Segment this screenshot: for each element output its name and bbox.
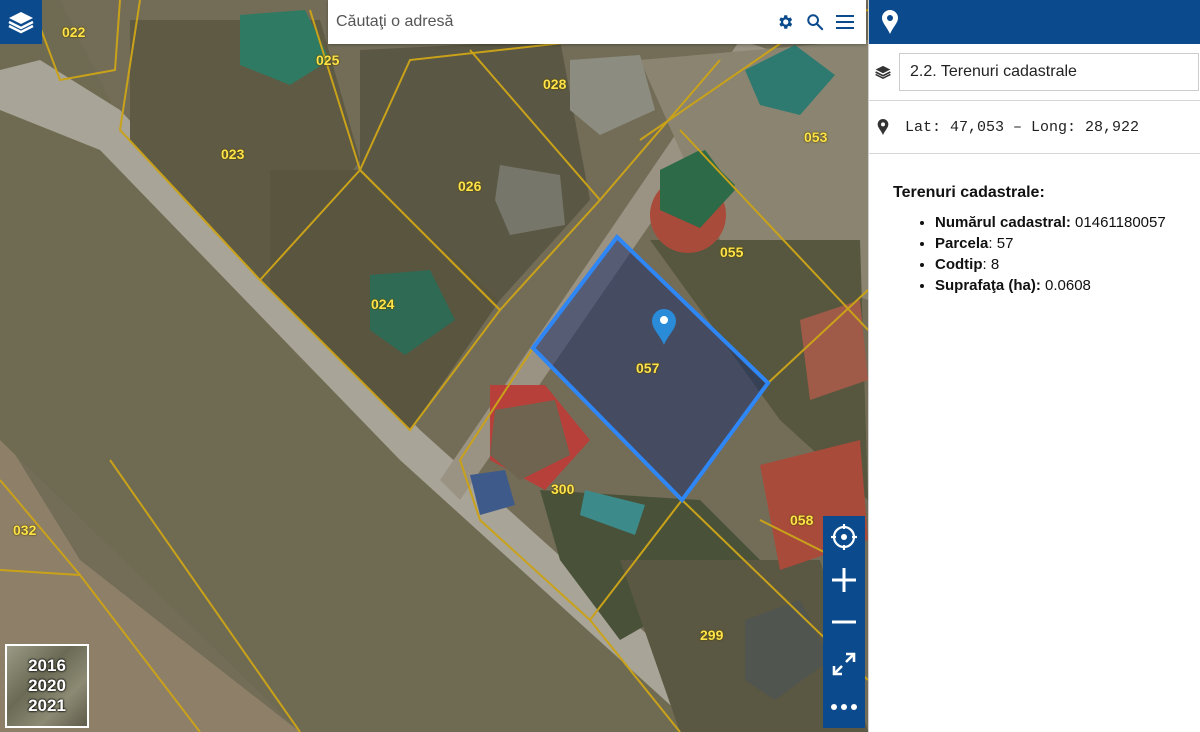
locate-button[interactable] (823, 516, 865, 558)
map-pin-icon (877, 119, 889, 135)
more-dots-icon (831, 703, 857, 710)
fullscreen-button[interactable] (823, 643, 865, 685)
info-list: Numărul cadastral: 01461180057 Parcela: … (893, 212, 1177, 296)
map-pin-icon (882, 10, 898, 34)
list-item: Codtip: 8 (935, 254, 1177, 275)
parcel-label: 032 (13, 522, 37, 538)
map-controls (823, 516, 865, 728)
plus-icon (832, 567, 856, 592)
more-button[interactable] (823, 686, 865, 728)
layers-button[interactable] (0, 0, 42, 44)
layers-icon (8, 12, 34, 34)
search-bar (328, 0, 866, 44)
zoom-out-button[interactable] (823, 601, 865, 643)
menu-button[interactable] (830, 0, 860, 44)
map-view[interactable]: 022 025 028 023 026 053 055 024 057 300 … (0, 0, 868, 732)
parcel-label: 028 (543, 76, 567, 92)
parcel-label: 300 (551, 481, 575, 497)
satellite-imagery (0, 0, 868, 732)
hamburger-menu-icon (836, 15, 854, 29)
crosshair-icon (831, 524, 857, 551)
coordinates-text: Lat: 47,053 – Long: 28,922 (905, 118, 1140, 136)
search-input[interactable] (328, 2, 770, 42)
parcel-info: Terenuri cadastrale: Numărul cadastral: … (869, 154, 1200, 308)
layer-select[interactable]: 2.2. Terenuri cadastrale (899, 53, 1199, 91)
layer-row: 2.2. Terenuri cadastrale (869, 44, 1200, 101)
parcel-label: 058 (790, 512, 814, 528)
list-item: Numărul cadastral: 01461180057 (935, 212, 1177, 233)
list-item: Suprafaţa (ha): 0.0608 (935, 275, 1177, 296)
year-label: 2016 (28, 656, 66, 675)
parcel-label: 023 (221, 146, 245, 162)
settings-button[interactable] (770, 0, 800, 44)
year-label: 2021 (28, 696, 66, 715)
coordinates-row: Lat: 47,053 – Long: 28,922 (869, 101, 1200, 154)
parcel-label: 022 (62, 24, 86, 40)
panel-header (869, 0, 1200, 44)
minus-icon (832, 620, 856, 624)
zoom-in-button[interactable] (823, 558, 865, 600)
info-title: Terenuri cadastrale: (893, 184, 1045, 201)
gear-icon (779, 15, 793, 29)
search-button[interactable] (800, 0, 830, 44)
parcel-label-selected: 057 (636, 360, 660, 376)
parcel-label: 025 (316, 52, 340, 68)
list-item: Parcela: 57 (935, 233, 1177, 254)
search-icon (807, 14, 824, 31)
parcel-label: 026 (458, 178, 482, 194)
parcel-label: 024 (371, 296, 395, 312)
layers-icon (875, 65, 891, 80)
info-panel: 2.2. Terenuri cadastrale Lat: 47,053 – L… (868, 0, 1200, 732)
parcel-label: 055 (720, 244, 744, 260)
parcel-label: 053 (804, 129, 828, 145)
expand-icon (832, 653, 856, 676)
imagery-year-selector[interactable]: 2016 2020 2021 (5, 644, 89, 728)
parcel-label: 299 (700, 627, 724, 643)
year-label: 2020 (28, 676, 66, 695)
